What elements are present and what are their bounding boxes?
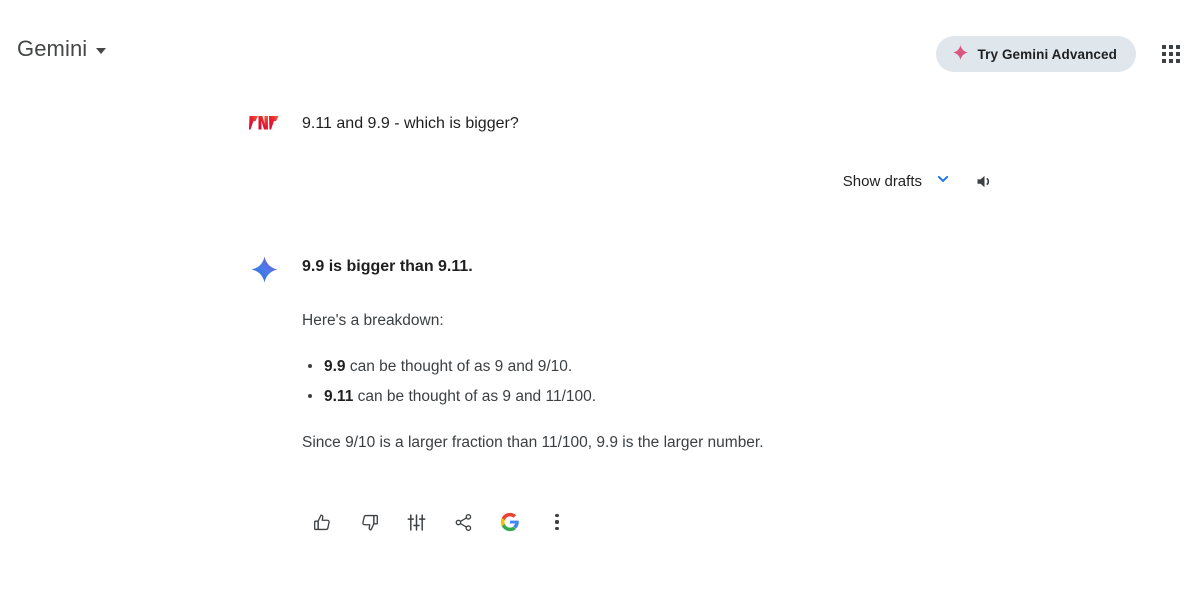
thumb-down-icon[interactable] <box>357 510 381 534</box>
share-icon[interactable] <box>451 510 475 534</box>
conversation: 9.11 and 9.9 - which is bigger? Show dra… <box>0 108 1200 534</box>
show-drafts-button[interactable]: Show drafts <box>843 170 952 193</box>
sparkle-icon <box>952 44 969 64</box>
response-closing: Since 9/10 is a larger fraction than 11/… <box>302 434 764 451</box>
try-gemini-advanced-label: Try Gemini Advanced <box>977 46 1117 62</box>
bullet-bold-value: 9.9 <box>324 358 346 375</box>
list-item: 9.9 can be thought of as 9 and 9/10. <box>302 355 1200 378</box>
google-g-icon[interactable] <box>498 510 522 534</box>
show-drafts-label: Show drafts <box>842 173 922 190</box>
brand-menu[interactable]: Gemini <box>17 36 107 61</box>
bullet-rest-text: can be thought of as 9 and 9/10. <box>345 358 573 375</box>
model-turn: 9.9 is bigger than 9.11. Here's a breakd… <box>0 253 1200 534</box>
user-turn: 9.11 and 9.9 - which is bigger? <box>0 108 1200 154</box>
user-prompt-text: 9.11 and 9.9 - which is bigger? <box>302 115 519 132</box>
response-bullet-list: 9.9 can be thought of as 9 and 9/10. 9.1… <box>302 355 1200 408</box>
response-headline: 9.9 is bigger than 9.11. <box>302 258 473 275</box>
user-avatar-logo <box>248 108 280 140</box>
response-intro: Here's a breakdown: <box>302 312 444 329</box>
bullet-rest-text: can be thought of as 9 and 11/100. <box>353 388 597 405</box>
gemini-sparkle-icon <box>248 253 280 285</box>
list-item: 9.11 can be thought of as 9 and 11/100. <box>302 385 1200 408</box>
caret-down-icon <box>96 47 107 54</box>
model-response-body: 9.9 is bigger than 9.11. Here's a breakd… <box>302 253 1200 534</box>
tune-icon[interactable] <box>404 510 428 534</box>
apps-grid-icon[interactable] <box>1156 39 1186 69</box>
top-right-controls: Try Gemini Advanced <box>935 36 1186 72</box>
speaker-volume-icon[interactable] <box>974 171 995 192</box>
bullet-bold-value: 9.11 <box>324 388 354 405</box>
more-vert-icon[interactable] <box>545 510 569 534</box>
chevron-down-icon <box>934 170 952 193</box>
drafts-row: Show drafts <box>0 170 1200 193</box>
thumb-up-icon[interactable] <box>310 510 334 534</box>
brand-title: Gemini <box>17 36 88 61</box>
response-action-toolbar <box>310 510 1200 534</box>
try-gemini-advanced-button[interactable]: Try Gemini Advanced <box>935 36 1136 72</box>
top-bar: Gemini Try Gemini Advanced <box>0 0 1200 108</box>
